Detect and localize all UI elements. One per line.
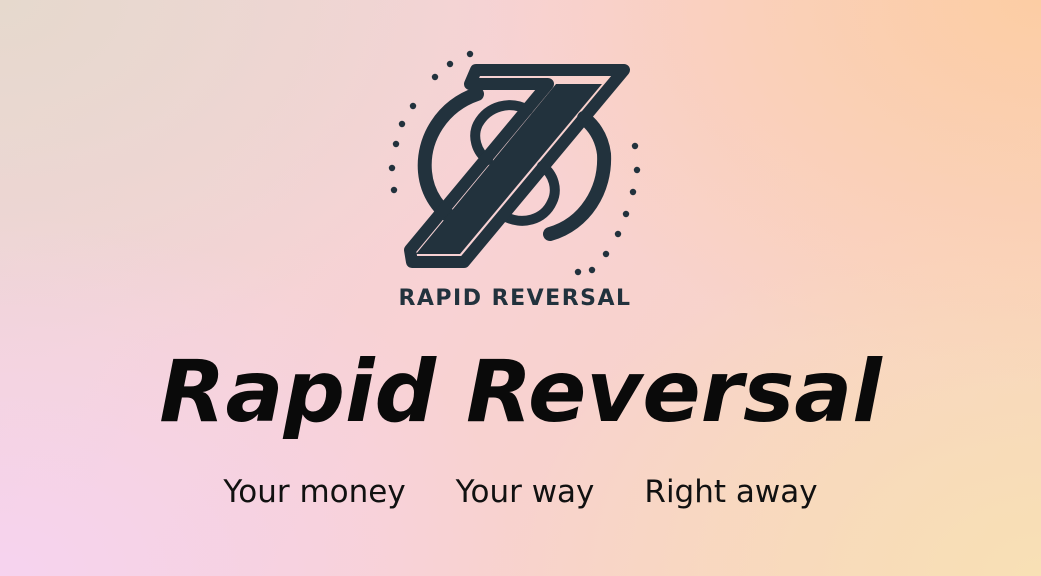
tagline-your-way: Your way xyxy=(455,474,595,510)
logo-caption: RAPID REVERSAL xyxy=(398,286,632,311)
tagline-your-money: Your money xyxy=(223,474,406,510)
page-title: Rapid Reversal xyxy=(159,342,882,442)
z-reversal-logo-icon xyxy=(388,50,641,276)
tagline-right-away: Right away xyxy=(644,474,818,510)
tagline-row: Your money Your way Right away xyxy=(0,470,1041,514)
brand-logo xyxy=(380,44,650,280)
